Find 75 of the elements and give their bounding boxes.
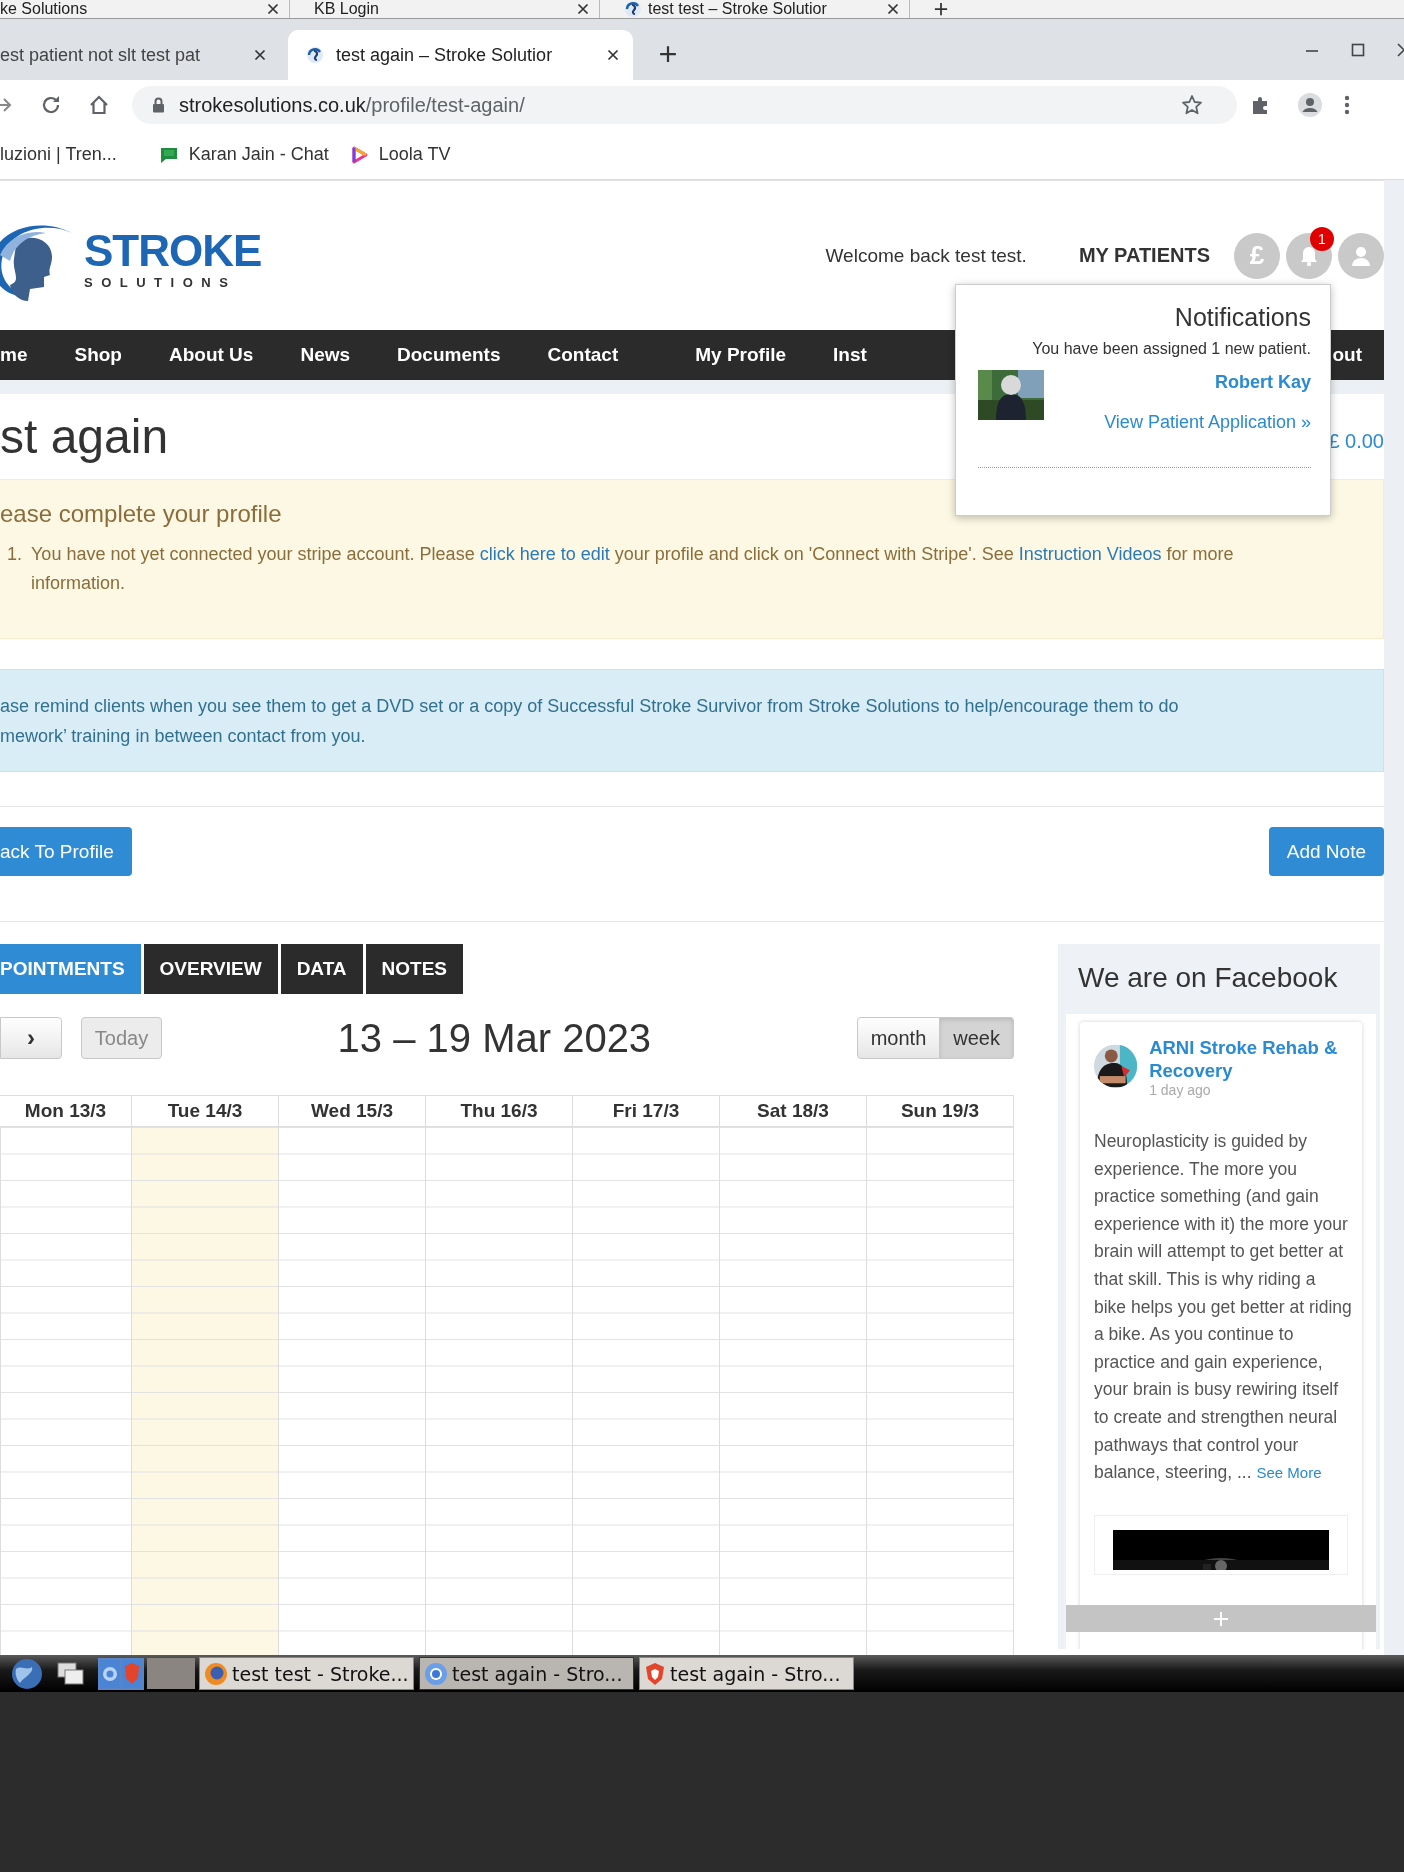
nav-link[interactable]: About Us [168, 344, 254, 366]
page-title: st again [0, 409, 169, 464]
circle-icon [424, 1661, 448, 1686]
my-patients-link[interactable]: MY PATIENTS [1078, 244, 1210, 267]
post-text: Neuroplasticity is guided by experience. The more you practice something (and gain experience with it) the more your brain will attempt to get better at that skill. This is why riding a bike helps you get better at riding a bike. As you continue to practice and gain experience, your brain is busy rewiring itself to create and strengthen neural pathways that control your balance, steering, ... See More [1094, 1130, 1352, 1485]
lock-icon [152, 97, 165, 113]
alert-heading: ease complete your profile [0, 500, 283, 528]
browser-tab[interactable]: KB Login [310, 0, 600, 18]
day-header: Thu 16/3 [425, 1095, 572, 1126]
nav-link[interactable]: My Profile [695, 344, 787, 366]
see-more-link[interactable]: See More [1256, 1464, 1322, 1482]
profile-icon[interactable] [1297, 92, 1323, 118]
browser-tab[interactable]: test test – Stroke Solutior [620, 0, 910, 18]
taskbar-window[interactable]: test again - Stro... [419, 1657, 634, 1690]
nav-link[interactable]: out [1332, 344, 1362, 366]
bookmark[interactable]: Karan Jain - Chat [158, 144, 329, 165]
play-icon [350, 144, 369, 165]
browser-tab[interactable]: est patient not slt test pat [0, 30, 280, 80]
taskbar-window[interactable]: test test - Stroke... [199, 1657, 414, 1690]
nav-link[interactable]: Inst [833, 344, 867, 366]
site-favicon [624, 0, 642, 18]
home-icon[interactable] [88, 94, 110, 116]
back-button[interactable]: ack To Profile [0, 827, 132, 876]
list-number: 1. [7, 543, 22, 566]
day-header: Sun 19/3 [866, 1095, 1013, 1126]
taskbar-window[interactable]: test again - Stro... [639, 1657, 854, 1690]
day-header: Wed 15/3 [278, 1095, 425, 1126]
new-tab-icon[interactable] [934, 2, 948, 16]
globe-icon[interactable] [10, 1656, 44, 1691]
nav-link[interactable]: me [0, 344, 28, 366]
popup-title: Notifications [1174, 303, 1311, 332]
star-icon[interactable] [1181, 94, 1203, 116]
day-header: Sat 18/3 [719, 1095, 866, 1126]
view-button[interactable]: month [856, 1017, 941, 1059]
view-application-link[interactable]: View Patient Application » [1104, 412, 1311, 433]
windows-icon[interactable] [56, 1659, 86, 1688]
next-button[interactable]: › [0, 1017, 62, 1059]
tab[interactable]: DATA [280, 944, 363, 994]
nav-link[interactable]: Documents [397, 344, 501, 366]
menu-icon[interactable] [1344, 94, 1350, 116]
notification-badge: 1 [1310, 226, 1334, 251]
globe-icon [204, 1661, 228, 1686]
text-link[interactable]: Instruction Videos [1018, 544, 1162, 564]
tab[interactable]: OVERVIEW [143, 944, 278, 994]
shield-icon [644, 1661, 666, 1686]
nav-link[interactable]: News [300, 344, 351, 366]
post-time: 1 day ago [1149, 1082, 1212, 1098]
reload-icon[interactable] [40, 94, 62, 116]
logo-text[interactable]: STROKE [84, 229, 262, 273]
nav-link[interactable]: Contact [547, 344, 619, 366]
day-header: Mon 13/3 [0, 1095, 131, 1126]
alert-text: You have not yet connected your stripe account. Please click here to edit your profile and click on 'Connect with Stripe'. See Instruction Videos for more information. [31, 543, 1235, 595]
info-text: ase remind clients when you see them to get a DVD set or a copy of Successful Stroke Survivor from Stroke Solutions to help/encourage them to do mework’ training in between contact from you. [0, 695, 1180, 748]
add-note-button[interactable]: Add Note [1268, 827, 1384, 876]
text-link[interactable]: click here to edit [479, 544, 610, 564]
notification-message: You have been assigned 1 new patient. [1032, 340, 1311, 358]
address-bar[interactable]: strokesolutions.co.uk/profile/test-again/ [132, 86, 1237, 124]
forward-icon[interactable] [0, 96, 12, 114]
maximize-icon[interactable] [1350, 41, 1366, 58]
page-name-link[interactable]: ARNI Stroke Rehab & Recovery [1149, 1036, 1348, 1082]
day-header: Fri 17/3 [572, 1095, 719, 1126]
browser-tab[interactable]: ke Solutions [0, 0, 290, 18]
panel-title: We are on Facebook [1077, 961, 1339, 995]
tab[interactable]: POINTMENTS [0, 944, 141, 994]
view-button[interactable]: week [940, 1017, 1014, 1059]
browser-tab[interactable]: test again – Stroke Solutior [288, 30, 633, 80]
patient-name-link[interactable]: Robert Kay [1214, 372, 1311, 393]
bookmark[interactable]: luzioni | Tren... [0, 144, 117, 165]
logo-subtitle: SOLUTIONS [84, 275, 238, 290]
bookmark[interactable]: Loola TV [350, 144, 451, 165]
tab[interactable]: NOTES [365, 944, 464, 994]
welcome-text: Welcome back test test. [825, 244, 1027, 267]
new-tab-icon[interactable] [659, 45, 677, 63]
site-favicon [306, 46, 324, 64]
nav-link[interactable]: Shop [74, 344, 122, 366]
